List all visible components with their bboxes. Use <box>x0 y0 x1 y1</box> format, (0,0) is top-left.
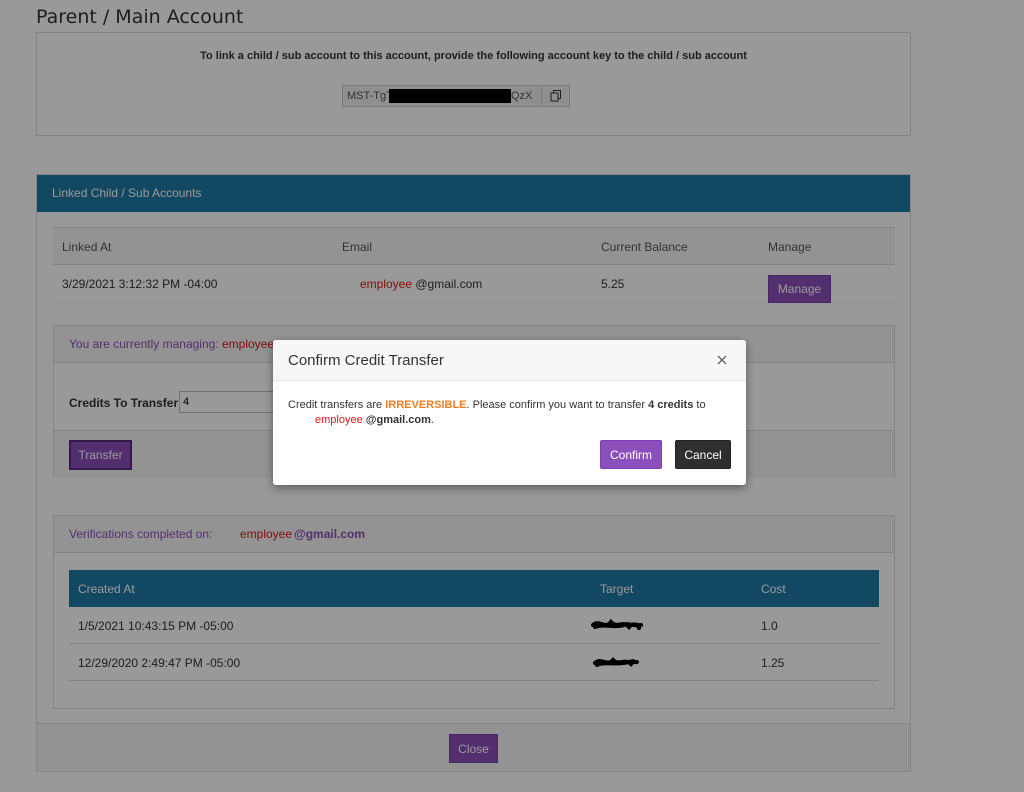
confirm-button[interactable]: Confirm <box>600 440 662 469</box>
dialog-title: Confirm Credit Transfer <box>288 352 444 369</box>
credits-amount: 4 credits <box>648 399 694 411</box>
message-text: Credit transfers are <box>288 399 386 411</box>
recipient-domain: @gmail.com <box>365 414 431 426</box>
page: Parent / Main Account To link a child / … <box>0 0 1024 792</box>
close-icon[interactable] <box>716 354 728 366</box>
cancel-button[interactable]: Cancel <box>675 440 731 469</box>
message-text: to <box>693 399 706 411</box>
confirm-transfer-dialog: Confirm Credit Transfer Credit transfers… <box>273 340 746 485</box>
irreversible-warning: IRREVERSIBLE <box>385 399 467 411</box>
dialog-message: Credit transfers are IRREVERSIBLE. Pleas… <box>288 398 733 428</box>
message-text: . Please confirm you want to transfer <box>466 399 649 411</box>
message-period: . <box>430 414 434 426</box>
dialog-header: Confirm Credit Transfer <box>273 340 746 381</box>
recipient-user: employee <box>315 414 363 426</box>
